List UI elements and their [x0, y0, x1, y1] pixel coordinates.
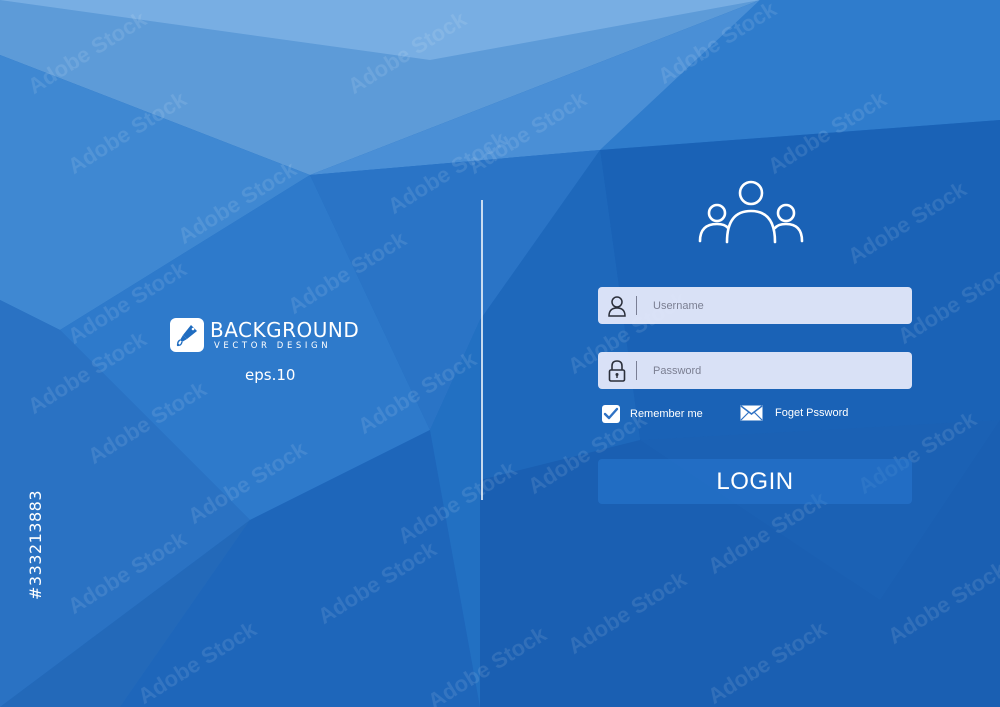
stock-id: #333213883: [26, 489, 45, 600]
user-icon: [598, 287, 636, 324]
password-input[interactable]: [651, 363, 912, 378]
brand-subtitle: VECTOR DESIGN: [214, 340, 332, 351]
users-group-icon: [697, 178, 805, 249]
password-field[interactable]: [598, 352, 912, 389]
remember-me-checkbox[interactable]: [602, 405, 620, 423]
forgot-password-link[interactable]: Foget Pssword: [740, 405, 848, 421]
remember-me-label: Remember me: [630, 408, 703, 420]
login-button[interactable]: LOGIN: [598, 459, 912, 504]
field-separator: [636, 296, 637, 315]
brand-version: eps.10: [245, 366, 296, 384]
username-input[interactable]: [651, 298, 912, 313]
remember-me-option[interactable]: Remember me: [602, 405, 703, 423]
lock-icon: [598, 352, 636, 389]
field-separator: [636, 361, 637, 380]
vertical-divider: [481, 200, 483, 500]
brand-title: BACKGROUND: [210, 317, 360, 342]
pen-tool-icon: [170, 318, 204, 352]
envelope-icon: [740, 405, 763, 421]
username-field[interactable]: [598, 287, 912, 324]
forgot-password-label[interactable]: Foget Pssword: [775, 407, 848, 419]
brand-block: BACKGROUND VECTOR DESIGN: [170, 318, 359, 352]
